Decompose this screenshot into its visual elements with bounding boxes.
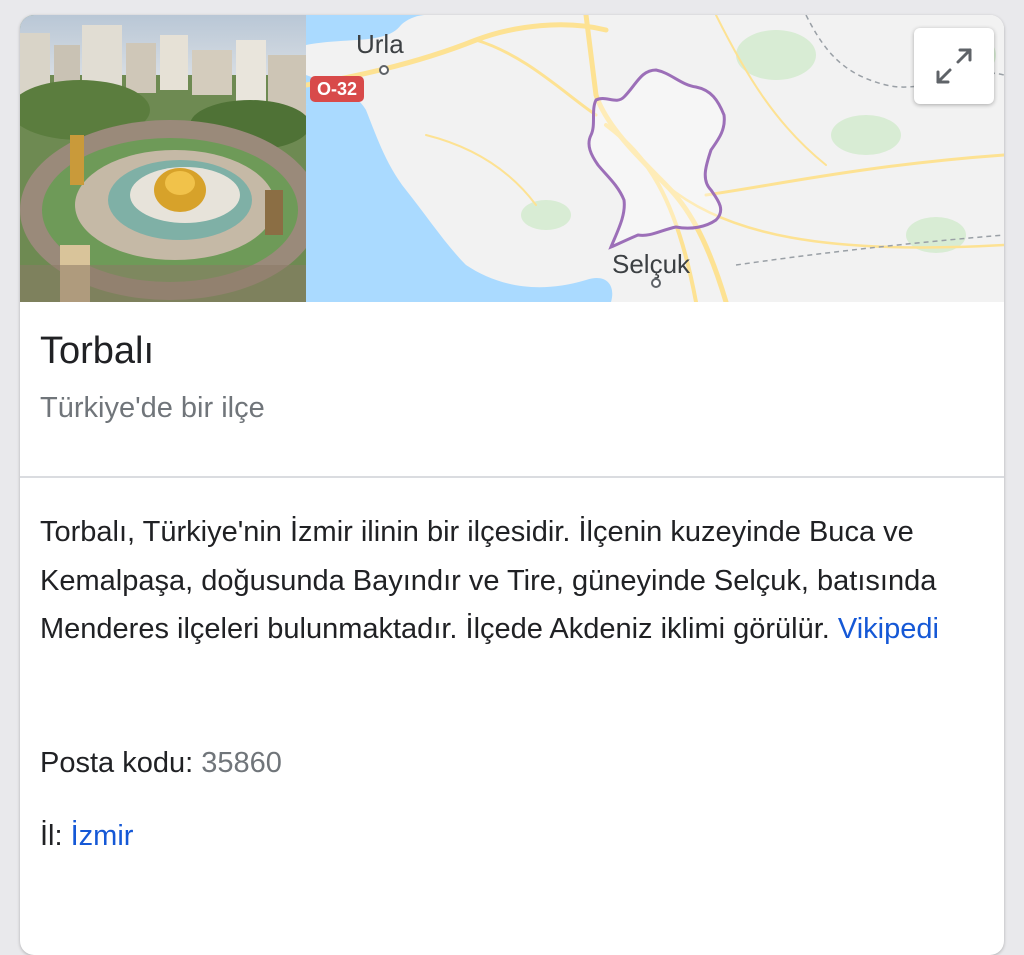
map-label-selcuk: Selçuk <box>612 249 691 279</box>
fact-province: İl: İzmir <box>40 820 133 853</box>
knowledge-panel-card: Urla O-32 Selçuk <box>20 15 1004 955</box>
fact-label: İl: <box>40 820 63 852</box>
map-label-urla: Urla <box>356 29 404 59</box>
hero-media: Urla O-32 Selçuk <box>20 15 1004 302</box>
fact-value: 35860 <box>201 747 282 779</box>
expand-icon <box>936 48 972 84</box>
place-photo[interactable] <box>20 15 306 302</box>
source-link[interactable]: Vikipedi <box>838 613 939 645</box>
province-link[interactable]: İzmir <box>71 820 134 852</box>
route-badge-label: O-32 <box>317 79 357 99</box>
expand-map-button[interactable] <box>914 28 994 104</box>
fact-postal-code: Posta kodu: 35860 <box>40 747 282 780</box>
description-text: Torbalı, Türkiye'nin İzmir ilinin bir il… <box>40 516 937 645</box>
place-description: Torbalı, Türkiye'nin İzmir ilinin bir il… <box>40 508 950 654</box>
place-subtitle: Türkiye'de bir ilçe <box>40 392 265 424</box>
place-title: Torbalı <box>40 330 155 372</box>
section-divider <box>20 476 1004 478</box>
fact-label: Posta kodu: <box>40 747 194 779</box>
area-map[interactable]: Urla O-32 Selçuk <box>306 15 1004 302</box>
